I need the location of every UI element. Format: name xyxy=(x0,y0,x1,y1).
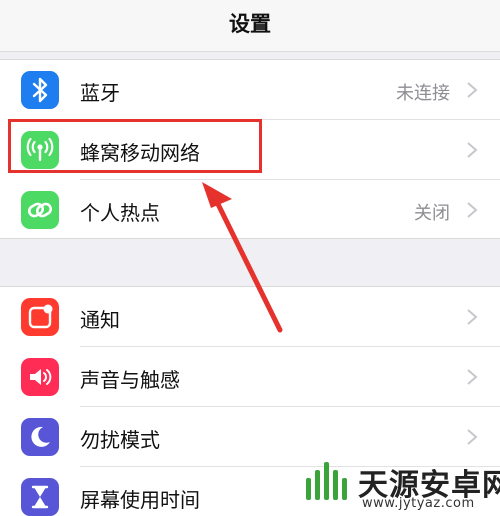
settings-row-screen-time[interactable]: 屏幕使用时间 xyxy=(0,467,500,516)
settings-row-label: 蓝牙 xyxy=(80,81,120,105)
chevron-right-icon xyxy=(467,309,478,325)
page-title: 设置 xyxy=(229,12,271,36)
annotation-highlight-box xyxy=(8,119,262,173)
moon-icon xyxy=(21,418,59,456)
settings-row-label: 声音与触感 xyxy=(80,368,180,392)
settings-row-value: 关闭 xyxy=(414,203,450,224)
settings-row-do-not-disturb[interactable]: 勿扰模式 xyxy=(0,407,500,467)
settings-row-hotspot[interactable]: 个人热点 关闭 xyxy=(0,180,500,240)
bluetooth-icon xyxy=(21,71,59,109)
settings-row-label: 通知 xyxy=(80,308,120,332)
chevron-right-icon xyxy=(467,369,478,385)
hotspot-chain-icon xyxy=(21,191,59,229)
settings-group-notifications: 通知 声音与触感 勿扰模式 屏幕使用时间 xyxy=(0,286,500,516)
hourglass-icon xyxy=(21,478,59,516)
navigation-bar: 设置 xyxy=(0,0,500,52)
chevron-right-icon xyxy=(467,82,478,98)
chevron-right-icon xyxy=(467,142,478,158)
chevron-right-icon xyxy=(467,429,478,445)
chevron-right-icon xyxy=(467,202,478,218)
settings-row-notifications[interactable]: 通知 xyxy=(0,287,500,347)
notifications-icon xyxy=(21,298,59,336)
settings-row-label: 个人热点 xyxy=(80,201,160,225)
settings-row-value: 未连接 xyxy=(396,83,450,104)
settings-row-label: 勿扰模式 xyxy=(80,428,160,452)
settings-row-bluetooth[interactable]: 蓝牙 未连接 xyxy=(0,60,500,120)
speaker-icon xyxy=(21,358,59,396)
settings-row-sounds[interactable]: 声音与触感 xyxy=(0,347,500,407)
settings-row-label: 屏幕使用时间 xyxy=(80,488,200,512)
